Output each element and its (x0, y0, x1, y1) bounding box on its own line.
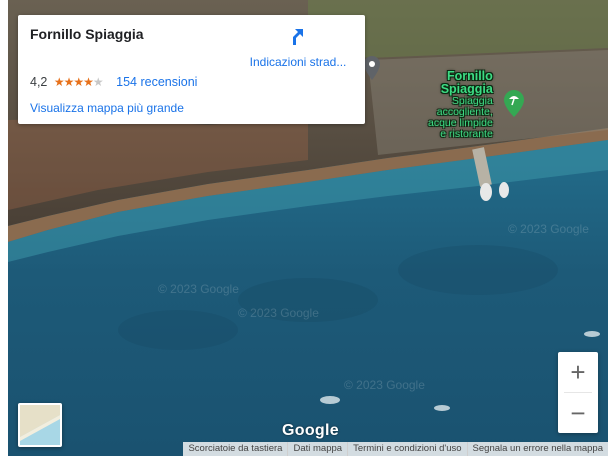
map-frame[interactable]: © 2023 Google © 2023 Google © 2023 Googl… (8, 0, 608, 456)
poi-description-line: e ristorante (440, 128, 493, 140)
report-error-link[interactable]: Segnala un errore nella mappa (466, 442, 608, 456)
map-footer: Scorciatoie da tastiera Dati mappa Termi… (183, 442, 608, 456)
reviews-link[interactable]: 154 recensioni (116, 75, 197, 89)
map-watermark: © 2023 Google (158, 282, 239, 296)
map-watermark: © 2023 Google (238, 306, 319, 320)
map-watermark: © 2023 Google (508, 222, 589, 236)
terms-link[interactable]: Termini e condizioni d'uso (347, 442, 466, 456)
beach-umbrella-pin-icon[interactable] (504, 90, 524, 117)
directions-button[interactable]: Indicazioni strad... (243, 25, 353, 69)
place-info-card: Fornillo Spiaggia 4,2 ★★★★★ 154 recensio… (18, 15, 365, 124)
map-data-link[interactable]: Dati mappa (287, 442, 347, 456)
stars-filled: ★★★★ (53, 75, 94, 89)
zoom-out-button[interactable]: − (558, 393, 598, 433)
rating-row: 4,2 ★★★★★ 154 recensioni (30, 75, 197, 89)
stars-empty: ★ (92, 75, 104, 89)
star-rating-icon: ★★★★★ (53, 75, 104, 89)
place-name: Fornillo Spiaggia (30, 26, 144, 42)
map-layer-thumbnail-icon (20, 405, 60, 445)
rating-value: 4,2 (30, 75, 48, 89)
zoom-control: + − (558, 352, 598, 433)
directions-label: Indicazioni strad... (249, 55, 347, 69)
google-logo: Google (282, 422, 339, 439)
directions-arrow-icon (293, 29, 303, 45)
zoom-in-button[interactable]: + (558, 352, 598, 392)
map-watermark: © 2023 Google (344, 378, 425, 392)
map-pin-icon[interactable] (364, 56, 380, 80)
keyboard-shortcuts-link[interactable]: Scorciatoie da tastiera (183, 442, 287, 456)
view-larger-map-link[interactable]: Visualizza mappa più grande (30, 101, 184, 115)
map-type-toggle[interactable] (18, 403, 62, 447)
poi-label[interactable]: Fornillo Spiaggia Spiaggia accogliente, … (428, 70, 493, 140)
